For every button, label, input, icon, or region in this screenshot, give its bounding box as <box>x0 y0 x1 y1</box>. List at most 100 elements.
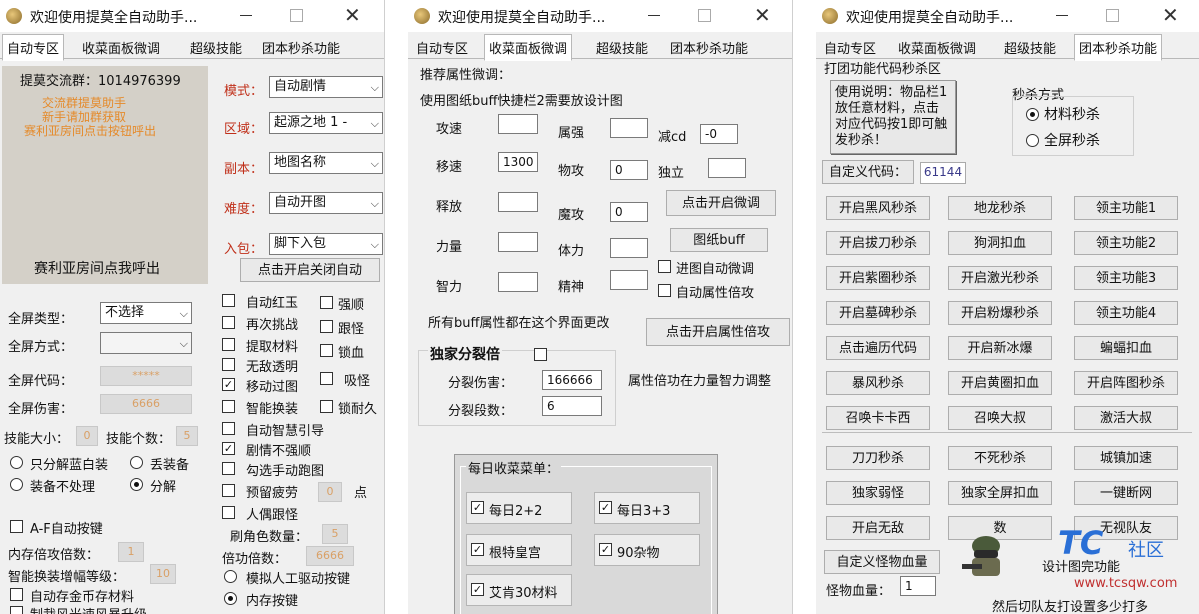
radio-material-kill[interactable] <box>1026 108 1039 121</box>
minimize-button[interactable] <box>648 15 660 16</box>
chk-auto-attr[interactable] <box>658 284 671 297</box>
buttons-btn-6-2[interactable]: 激活大叔 <box>1074 406 1178 430</box>
tab-raid[interactable]: 团本秒杀功能 <box>670 38 748 57</box>
harvest-item-4[interactable]: ✓ 90杂物 <box>594 534 700 566</box>
chk-retry[interactable] <box>222 316 235 329</box>
chk-manual-run[interactable] <box>222 462 235 475</box>
buttons-btn-2-1[interactable]: 开启激光秒杀 <box>948 266 1052 290</box>
split-dmg-input[interactable]: 166666 <box>542 370 602 390</box>
close-button[interactable]: ✕ <box>754 3 771 27</box>
spirit-input[interactable] <box>610 270 648 290</box>
buttons-btn-3-0[interactable]: 开启墓碑秒杀 <box>826 301 930 325</box>
tab-harvest[interactable]: 收菜面板微调 <box>484 34 573 61</box>
tab-raid[interactable]: 团本秒杀功能 <box>262 38 340 57</box>
indep-input[interactable] <box>708 158 746 178</box>
mem-atk-input[interactable]: 1 <box>118 542 144 562</box>
cd-input[interactable]: -0 <box>700 124 738 144</box>
harvest-item-3-check[interactable]: ✓ <box>471 543 484 556</box>
mag-atk-input[interactable]: 0 <box>610 202 648 222</box>
buttons-btn-3-2[interactable]: 领主功能4 <box>1074 301 1178 325</box>
split-checkbox[interactable] <box>534 348 547 361</box>
maximize-button[interactable] <box>1106 9 1119 22</box>
split-cnt-input[interactable]: 6 <box>542 396 602 416</box>
radio-simulate[interactable] <box>224 570 237 583</box>
close-button[interactable]: ✕ <box>344 3 361 27</box>
fatigue-input[interactable]: 0 <box>318 482 342 502</box>
brush-input[interactable]: 5 <box>322 524 348 544</box>
chk-smart-swap[interactable] <box>222 400 235 413</box>
buttons-btn-0-2[interactable]: 领主功能1 <box>1074 196 1178 220</box>
buttons-btn-0-1[interactable]: 地龙秒杀 <box>948 196 1052 220</box>
buttons-btn-5-0[interactable]: 暴风秒杀 <box>826 371 930 395</box>
chk-doll-follow[interactable] <box>222 506 235 519</box>
dungeon-select[interactable]: 地图名称 ⌵ <box>269 152 383 174</box>
cut-checkbox[interactable] <box>10 606 23 614</box>
maximize-button[interactable] <box>290 9 303 22</box>
chk-move-map[interactable]: ✓ <box>222 378 235 391</box>
chk-invincible[interactable] <box>222 358 235 371</box>
buttons-btn-4-2[interactable]: 蝙蝠扣血 <box>1074 336 1178 360</box>
buttons-btn-4-1[interactable]: 开启新冰爆 <box>948 336 1052 360</box>
buttons2-btn-1-0[interactable]: 独家弱怪 <box>826 481 930 505</box>
harvest-item-1-check[interactable]: ✓ <box>471 501 484 514</box>
chk-auto-ruby[interactable] <box>222 294 235 307</box>
buttons-btn-3-1[interactable]: 开启粉爆秒杀 <box>948 301 1052 325</box>
toggle-auto-button[interactable]: 点击开启关闭自动 <box>240 258 380 282</box>
multi-input[interactable]: 6666 <box>306 546 354 566</box>
buttons-btn-6-0[interactable]: 召唤卡卡西 <box>826 406 930 430</box>
minimize-button[interactable] <box>240 15 252 16</box>
chk-extract[interactable] <box>222 338 235 351</box>
chk-story[interactable]: ✓ <box>222 442 235 455</box>
skill-count-input[interactable]: 5 <box>176 426 198 446</box>
buttons-btn-1-2[interactable]: 领主功能2 <box>1074 231 1178 255</box>
int-input[interactable] <box>498 272 538 292</box>
buttons2-btn-1-1[interactable]: 独家全屏扣血 <box>948 481 1052 505</box>
buff-button[interactable]: 图纸buff <box>670 228 768 252</box>
harvest-item-2[interactable]: ✓ 每日3+3 <box>594 492 700 524</box>
tab-skills[interactable]: 超级技能 <box>1004 38 1056 57</box>
screen-code-input[interactable]: ***** <box>100 366 192 386</box>
buttons-btn-1-0[interactable]: 开启拔刀秒杀 <box>826 231 930 255</box>
minimize-button[interactable] <box>1056 15 1068 16</box>
tab-harvest[interactable]: 收菜面板微调 <box>898 38 976 57</box>
af-checkbox[interactable] <box>10 520 23 533</box>
buttons-btn-4-0[interactable]: 点击遍历代码 <box>826 336 930 360</box>
buttons-btn-2-0[interactable]: 开启紫圈秒杀 <box>826 266 930 290</box>
buttons-btn-6-1[interactable]: 召唤大叔 <box>948 406 1052 430</box>
radio-full-kill[interactable] <box>1026 134 1039 147</box>
str-input[interactable] <box>498 232 538 252</box>
attr-multi-button[interactable]: 点击开启属性倍攻 <box>646 318 790 346</box>
buttons-btn-5-2[interactable]: 开启阵图秒杀 <box>1074 371 1178 395</box>
call-room-link[interactable]: 赛利亚房间点我呼出 <box>34 258 160 278</box>
vit-input[interactable] <box>610 238 648 258</box>
tab-auto[interactable]: 自动专区 <box>824 38 876 57</box>
harvest-item-5-check[interactable]: ✓ <box>471 583 484 596</box>
atk-speed-input[interactable] <box>498 114 538 134</box>
harvest-item-2-check[interactable]: ✓ <box>599 501 612 514</box>
radio-blue-white[interactable] <box>10 456 23 469</box>
buttons2-btn-2-0[interactable]: 开启无敌 <box>826 516 930 540</box>
buttons-btn-1-1[interactable]: 狗洞扣血 <box>948 231 1052 255</box>
maximize-button[interactable] <box>698 9 711 22</box>
chk-wisdom[interactable] <box>222 422 235 435</box>
chk-durability[interactable] <box>320 400 333 413</box>
harvest-item-4-check[interactable]: ✓ <box>599 543 612 556</box>
pickup-select[interactable]: 脚下入包 ⌵ <box>269 233 383 255</box>
cast-input[interactable] <box>498 192 538 212</box>
skill-size-input[interactable]: 0 <box>76 426 98 446</box>
tab-harvest[interactable]: 收菜面板微调 <box>82 38 160 57</box>
difficulty-select[interactable]: 自动开图 ⌵ <box>269 192 383 214</box>
radio-decompose[interactable] <box>130 478 143 491</box>
monster-hp-input[interactable]: 1 <box>900 576 936 596</box>
fine-tune-button[interactable]: 点击开启微调 <box>666 190 776 216</box>
move-speed-input[interactable]: 1300 <box>498 152 538 172</box>
radio-no-handle[interactable] <box>10 478 23 491</box>
auto-gold-checkbox[interactable] <box>10 588 23 601</box>
radio-drop[interactable] <box>130 456 143 469</box>
elem-input[interactable] <box>610 118 648 138</box>
smart-input[interactable]: 10 <box>150 564 176 584</box>
custom-code-value[interactable]: 61144 <box>920 162 966 184</box>
chk-force[interactable] <box>320 296 333 309</box>
screen-type-select[interactable]: 不选择 ⌵ <box>100 302 192 324</box>
buttons-btn-5-1[interactable]: 开启黄圈扣血 <box>948 371 1052 395</box>
